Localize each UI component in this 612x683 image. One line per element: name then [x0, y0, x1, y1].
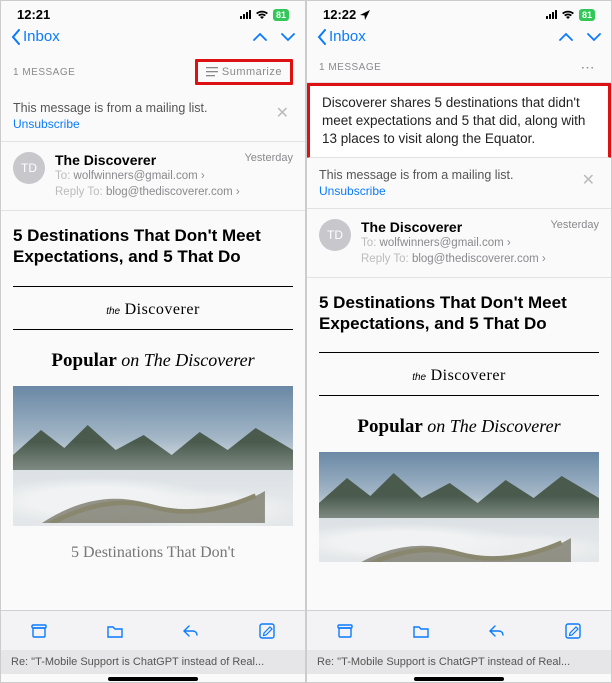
message-header: 1 MESSAGE Summarize	[1, 53, 305, 91]
folder-button[interactable]	[410, 620, 432, 642]
home-indicator	[108, 677, 198, 681]
mailing-text: This message is from a mailing list.	[13, 101, 208, 115]
summarize-icon	[206, 66, 218, 78]
figure-caption: Re: "T-Mobile Support is ChatGPT instead…	[1, 650, 305, 674]
status-bar: 12:21 81	[1, 1, 305, 24]
status-bar: 12:22 81	[307, 1, 611, 24]
to-address: wolfwinners@gmail.com	[74, 170, 198, 182]
prev-message-button[interactable]	[559, 32, 573, 42]
compose-button[interactable]	[562, 620, 584, 642]
summarize-button[interactable]: Summarize	[195, 59, 293, 85]
article-title: 5 Destinations That Don't	[13, 526, 293, 568]
signal-icon	[546, 10, 557, 19]
prev-message-button[interactable]	[253, 32, 267, 42]
to-address: wolfwinners@gmail.com	[380, 237, 504, 249]
brand-logo: the Discoverer	[13, 286, 293, 330]
section-heading: Popular on The Discoverer	[13, 350, 293, 372]
email-body: the Discoverer Popular on The Discoverer	[307, 348, 611, 562]
home-indicator	[414, 677, 504, 681]
mailing-text: This message is from a mailing list.	[319, 168, 514, 182]
wifi-icon	[255, 10, 269, 20]
message-count: 1 MESSAGE	[13, 67, 75, 78]
sender-block[interactable]: TD The Discoverer To: wolfwinners@gmail.…	[307, 209, 611, 278]
hero-image	[319, 452, 599, 562]
nav-bar: Inbox	[307, 24, 611, 53]
next-message-button[interactable]	[281, 32, 295, 42]
email-body: the Discoverer Popular on The Discoverer…	[1, 282, 305, 568]
reply-address: blog@thediscoverer.com	[106, 186, 233, 198]
message-count: 1 MESSAGE	[319, 62, 381, 73]
folder-button[interactable]	[104, 620, 126, 642]
message-date: Yesterday	[550, 219, 599, 231]
chevron-left-icon	[11, 29, 21, 45]
phone-left: 12:21 81 Inbox 1 MESSAGE Summarize This …	[1, 1, 305, 682]
hero-image	[13, 386, 293, 526]
status-time: 12:22	[323, 7, 356, 22]
dismiss-banner-button[interactable]: ✕	[272, 101, 293, 125]
back-label: Inbox	[329, 28, 366, 45]
phone-right: 12:22 81 Inbox 1 MESSAGE ⋯ Discoverer sh…	[307, 1, 611, 682]
archive-button[interactable]	[334, 620, 356, 642]
summarize-label: Summarize	[222, 66, 282, 78]
ai-summary: Discoverer shares 5 destinations that di…	[307, 83, 611, 158]
message-header: 1 MESSAGE ⋯	[307, 53, 611, 83]
bottom-toolbar	[1, 610, 305, 650]
message-date: Yesterday	[244, 152, 293, 164]
battery-icon: 81	[579, 9, 595, 21]
nav-bar: Inbox	[1, 24, 305, 53]
mailing-list-banner: This message is from a mailing list. Uns…	[1, 91, 305, 142]
mailing-list-banner: This message is from a mailing list. Uns…	[307, 158, 611, 209]
signal-icon	[240, 10, 251, 19]
subject-line: 5 Destinations That Don't Meet Expectati…	[1, 211, 305, 282]
avatar: TD	[319, 219, 351, 251]
avatar: TD	[13, 152, 45, 184]
compose-button[interactable]	[256, 620, 278, 642]
unsubscribe-link[interactable]: Unsubscribe	[13, 117, 208, 131]
back-button[interactable]: Inbox	[11, 28, 60, 45]
unsubscribe-link[interactable]: Unsubscribe	[319, 184, 514, 198]
status-time: 12:21	[17, 7, 50, 22]
subject-line: 5 Destinations That Don't Meet Expectati…	[307, 278, 611, 349]
wifi-icon	[561, 10, 575, 20]
figure-caption: Re: "T-Mobile Support is ChatGPT instead…	[307, 650, 611, 674]
chevron-left-icon	[317, 29, 327, 45]
reply-button[interactable]	[486, 620, 508, 642]
back-label: Inbox	[23, 28, 60, 45]
sender-block[interactable]: TD The Discoverer To: wolfwinners@gmail.…	[1, 142, 305, 211]
dismiss-banner-button[interactable]: ✕	[578, 168, 599, 192]
brand-logo: the Discoverer	[319, 352, 599, 396]
section-heading: Popular on The Discoverer	[319, 416, 599, 438]
next-message-button[interactable]	[587, 32, 601, 42]
archive-button[interactable]	[28, 620, 50, 642]
reply-button[interactable]	[180, 620, 202, 642]
more-button[interactable]: ⋯	[577, 59, 600, 76]
battery-icon: 81	[273, 9, 289, 21]
bottom-toolbar	[307, 610, 611, 650]
back-button[interactable]: Inbox	[317, 28, 366, 45]
location-icon	[360, 10, 370, 20]
reply-address: blog@thediscoverer.com	[412, 253, 539, 265]
